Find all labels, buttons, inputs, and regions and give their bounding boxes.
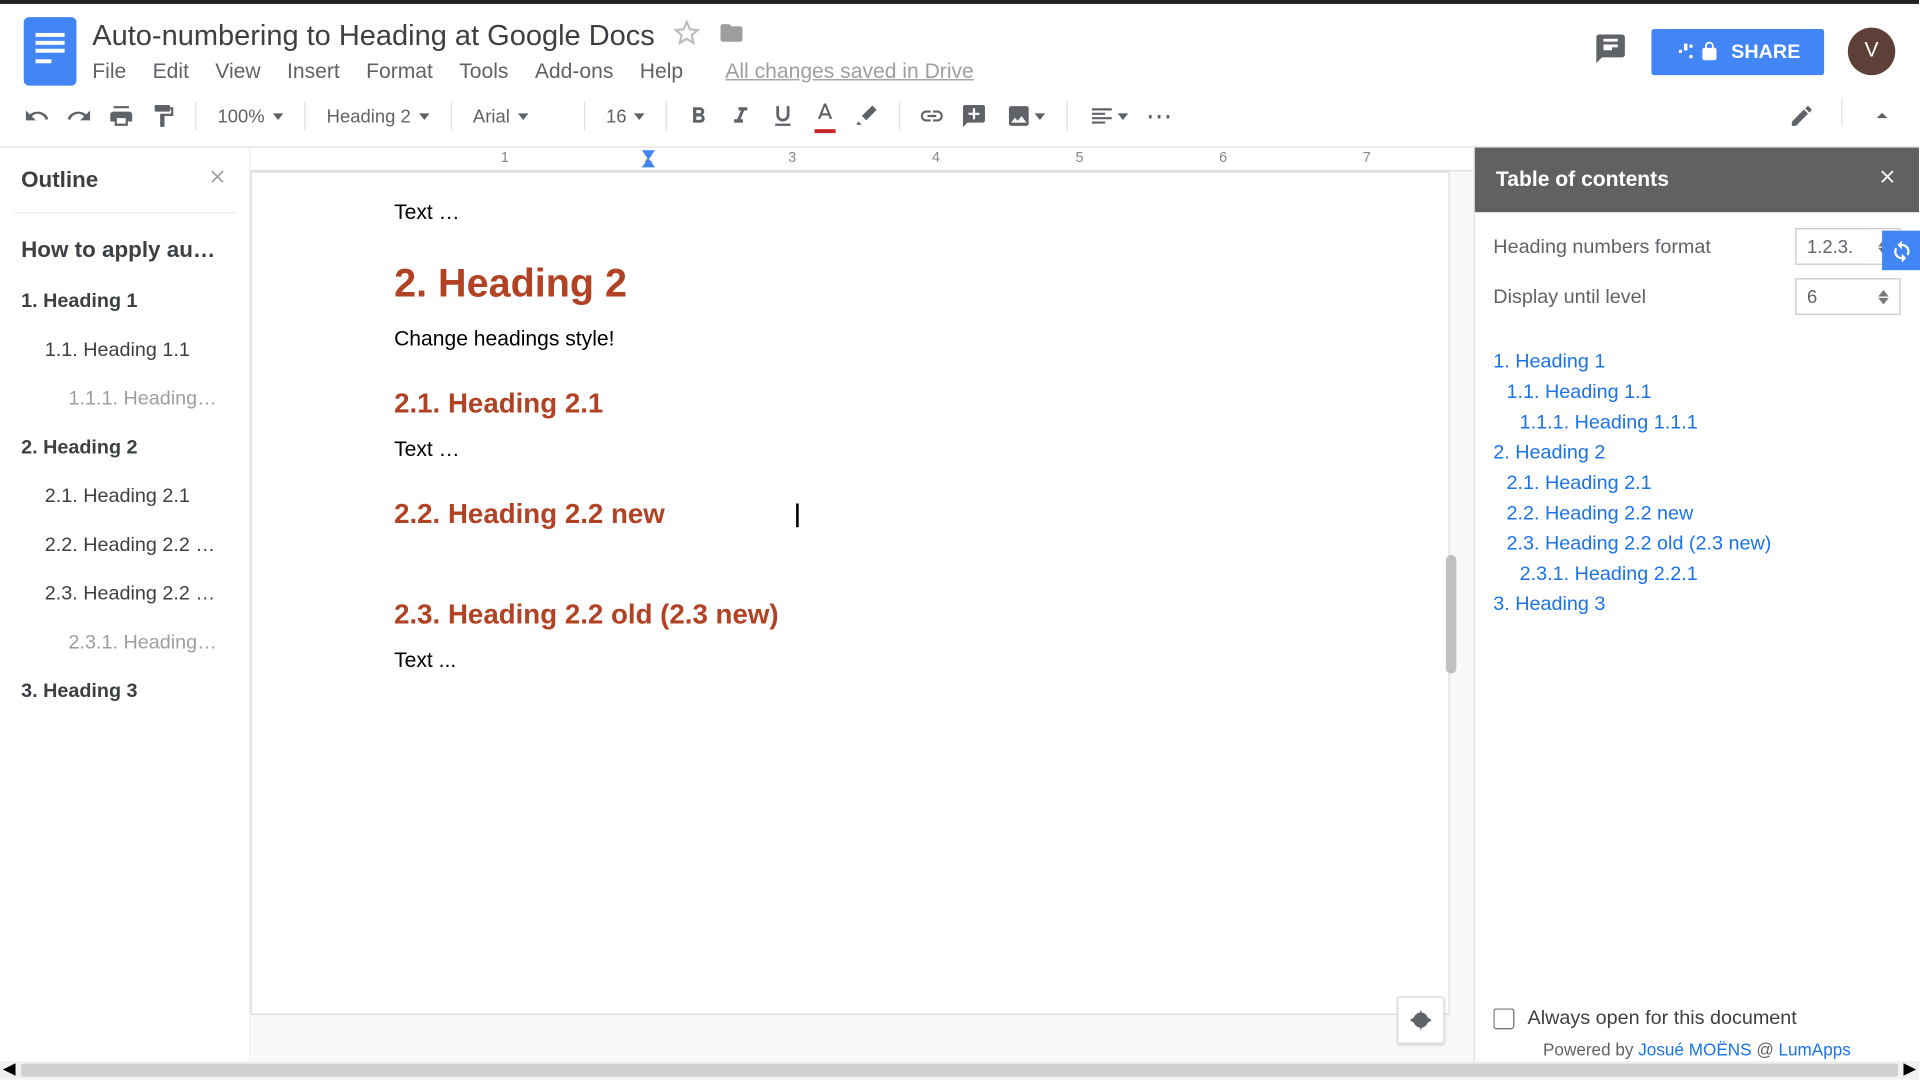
outline-item[interactable]: 1.1.1. Heading… [13,374,236,423]
toc-level-select[interactable]: 6 [1795,278,1900,315]
doc-heading-1[interactable]: 2. Heading 2 [394,262,1319,307]
menu-format[interactable]: Format [366,61,433,85]
collapse-icon[interactable] [1864,98,1901,135]
outline-title: Outline [21,167,98,193]
doc-paragraph[interactable]: Text ... [394,650,1319,674]
ruler-number: 3 [788,150,796,166]
left-indent-marker[interactable] [642,158,655,167]
ruler-number: 5 [1075,150,1083,166]
outline-item[interactable]: 1.1. Heading 1.1 [13,326,236,375]
save-status[interactable]: All changes saved in Drive [725,61,974,85]
outline-close-icon[interactable] [207,166,228,194]
menu-add-ons[interactable]: Add-ons [535,61,614,85]
doc-heading-2[interactable]: 2.3. Heading 2.2 old (2.3 new) [394,600,1319,632]
horizontal-scrollbar[interactable]: ◄ ► [0,1061,1919,1079]
scroll-right-icon[interactable]: ► [1901,1061,1919,1079]
insert-image-icon[interactable] [998,98,1053,135]
add-comment-icon[interactable] [956,98,993,135]
paragraph-style-select[interactable]: Heading 2 [319,100,438,132]
toc-item[interactable]: 2.1. Heading 2.1 [1493,468,1900,498]
doc-paragraph[interactable]: Text … [394,439,1319,463]
vertical-scrollbar-thumb[interactable] [1446,555,1457,674]
spacer[interactable] [394,550,1319,587]
menu-insert[interactable]: Insert [287,61,340,85]
toc-close-icon[interactable] [1877,166,1898,194]
account-avatar[interactable]: V [1848,28,1895,75]
doc-heading-2[interactable]: 2.1. Heading 2.1 [394,389,1319,421]
menu-help[interactable]: Help [640,61,683,85]
ruler-number: 4 [932,150,940,166]
comments-icon[interactable] [1594,31,1628,72]
zoom-select[interactable]: 100% [210,100,291,132]
document-page[interactable]: Text … 2. Heading 2 Change headings style!… [250,171,1449,1015]
toc-item[interactable]: 1.1.1. Heading 1.1.1 [1493,407,1900,437]
italic-icon[interactable] [723,98,760,135]
outline-item[interactable]: 2.2. Heading 2.2 … [13,521,236,570]
toc-item[interactable]: 3. Heading 3 [1493,589,1900,619]
doc-heading-2[interactable]: 2.2. Heading 2.2 new [394,500,1319,532]
toc-item[interactable]: 1. Heading 1 [1493,347,1900,377]
align-icon[interactable] [1081,98,1136,135]
toc-title: Table of contents [1496,168,1669,192]
toc-company-link[interactable]: LumApps [1778,1040,1850,1060]
insert-link-icon[interactable] [914,98,951,135]
undo-icon[interactable] [18,98,55,135]
font-select[interactable]: Arial [465,100,570,132]
menu-tools[interactable]: Tools [459,61,508,85]
docs-logo-icon[interactable] [24,17,77,86]
toc-item[interactable]: 2.3. Heading 2.2 old (2.3 new) [1493,529,1900,559]
ruler-number: 7 [1363,150,1371,166]
outline-item[interactable]: 2.1. Heading 2.1 [13,472,236,521]
more-icon[interactable]: ⋯ [1142,98,1179,135]
highlight-color-icon[interactable] [849,98,886,135]
redo-icon[interactable] [61,98,98,135]
horizontal-ruler[interactable]: 1234567 [250,148,1473,172]
toc-item[interactable]: 2. Heading 2 [1493,438,1900,468]
bold-icon[interactable] [681,98,718,135]
outline-item[interactable]: 2. Heading 2 [13,423,236,472]
star-icon[interactable] [673,19,699,52]
explore-button[interactable] [1397,996,1444,1043]
underline-icon[interactable] [765,98,802,135]
move-folder-icon[interactable] [718,19,744,52]
menu-edit[interactable]: Edit [153,61,189,85]
outline-item[interactable]: 2.3. Heading 2.2 … [13,569,236,618]
horizontal-scrollbar-thumb[interactable] [21,1064,1898,1077]
doc-title[interactable]: Auto-numbering to Heading at Google Docs [92,18,655,52]
toc-powered-by: Powered by Josué MOËNS @ LumApps [1493,1040,1900,1060]
text-cursor [797,504,800,528]
doc-paragraph[interactable]: Change headings style! [394,328,1319,352]
menu-file[interactable]: File [92,61,126,85]
toc-item[interactable]: 2.2. Heading 2.2 new [1493,498,1900,528]
outline-item[interactable]: 2.3.1. Heading… [13,618,236,667]
outline-item[interactable]: 1. Heading 1 [13,277,236,326]
paint-format-icon[interactable] [145,98,182,135]
toc-level-label: Display until level [1493,285,1646,307]
menu-view[interactable]: View [215,61,260,85]
ruler-number: 1 [501,150,509,166]
toc-item[interactable]: 2.3.1. Heading 2.2.1 [1493,559,1900,589]
ruler-number: 6 [1219,150,1227,166]
toc-always-open-checkbox[interactable]: Always open for this document [1493,1007,1900,1029]
editing-mode-icon[interactable] [1783,98,1820,135]
toc-item[interactable]: 1.1. Heading 1.1 [1493,377,1900,407]
outline-doc-title[interactable]: How to apply au… [13,214,236,277]
text-color-icon[interactable] [807,96,844,136]
share-button[interactable]: SHARE [1652,28,1824,74]
toc-refresh-button[interactable] [1882,231,1920,271]
toc-author-link[interactable]: Josué MOËNS [1638,1040,1751,1060]
toc-format-label: Heading numbers format [1493,235,1711,257]
doc-paragraph[interactable]: Text … [394,202,1319,226]
print-icon[interactable] [103,98,140,135]
scroll-left-icon[interactable]: ◄ [0,1061,18,1079]
font-size-select[interactable]: 16 [598,100,653,132]
outline-item[interactable]: 3. Heading 3 [13,667,236,716]
